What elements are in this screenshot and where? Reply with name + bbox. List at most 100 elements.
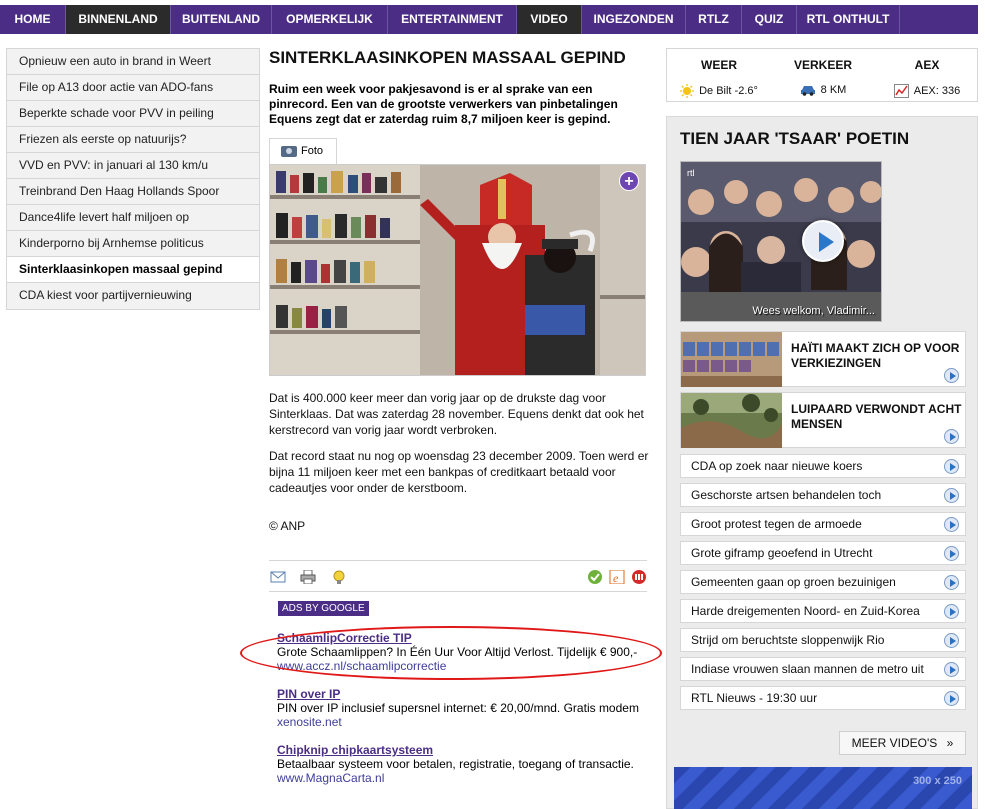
video-list-item[interactable]: Grote giframp geoefend in Utrecht	[680, 541, 966, 565]
play-icon[interactable]	[944, 429, 959, 444]
ad-banner[interactable]: 300 x 250	[674, 767, 972, 809]
car-icon	[800, 86, 815, 96]
sidebar-item[interactable]: VVD en PVV: in januari al 130 km/u	[7, 153, 259, 179]
ad-title-link[interactable]: SchaamlipCorrectie TIP	[277, 631, 655, 645]
google-ad: SchaamlipCorrectie TIP Grote Schaamlippe…	[277, 631, 655, 673]
sidebar-item-active[interactable]: Sinterklaasinkopen massaal gepind	[7, 257, 259, 283]
mail-icon[interactable]	[270, 570, 286, 584]
article-body: Dat is 400.000 keer meer dan vorig jaar …	[269, 390, 653, 544]
ad-banner-size-label: 300 x 250	[913, 775, 962, 787]
video-list-label: Groot protest tegen de armoede	[691, 517, 862, 531]
google-ad: Chipknip chipkaartsysteem Betaalbaar sys…	[277, 743, 655, 785]
video-list-item[interactable]: RTL Nieuws - 19:30 uur	[680, 686, 966, 710]
play-icon[interactable]	[944, 604, 959, 619]
sun-icon	[680, 84, 695, 98]
play-icon[interactable]	[944, 546, 959, 561]
nav-entertainment[interactable]: ENTERTAINMENT	[388, 5, 517, 34]
tip-icon[interactable]	[331, 570, 347, 584]
ad-title-link[interactable]: PIN over IP	[277, 687, 655, 701]
article-paragraph: Dat is 400.000 keer meer dan vorig jaar …	[269, 391, 644, 437]
nav-binnenland[interactable]: BINNENLAND	[66, 5, 171, 34]
play-icon[interactable]	[944, 691, 959, 706]
svg-text:e: e	[613, 571, 619, 584]
video-play-button[interactable]	[802, 220, 844, 262]
play-icon[interactable]	[944, 488, 959, 503]
nav-rtlz[interactable]: RTLZ	[686, 5, 742, 34]
video-list-label: Grote giframp geoefend in Utrecht	[691, 546, 873, 560]
haiti-election-thumb	[681, 332, 782, 387]
leopard-thumb	[681, 393, 782, 448]
main-nav: HOME BINNENLAND BUITENLAND OPMERKELIJK E…	[0, 5, 978, 34]
sidebar-item[interactable]: Opnieuw een auto in brand in Weert	[7, 49, 259, 75]
chart-icon	[893, 84, 909, 98]
nav-rtl-onthult[interactable]: RTL ONTHULT	[797, 5, 900, 34]
photo-credit: © ANP	[269, 519, 306, 533]
sidebar-item[interactable]: Beperkte schade voor PVV in peiling	[7, 101, 259, 127]
main-video-player[interactable]: rtl Wees welkom, Vladimir...	[680, 161, 882, 322]
sidebar-item[interactable]: File op A13 door actie van ADO-fans	[7, 75, 259, 101]
google-ad: PIN over IP PIN over IP inclusief supers…	[277, 687, 655, 729]
nav-home[interactable]: HOME	[0, 5, 66, 34]
sinterklaas-shop-image	[270, 165, 645, 375]
aex-widget[interactable]: AEX AEX: 336	[875, 49, 979, 103]
ad-url-link[interactable]: www.accz.nl/schaamlipcorrectie	[277, 659, 655, 673]
video-list-item[interactable]: Indiase vrouwen slaan mannen de metro ui…	[680, 657, 966, 681]
ad-url-link[interactable]: www.MagnaCarta.nl	[277, 771, 655, 785]
traffic-widget[interactable]: VERKEER 8 KM	[771, 49, 875, 103]
more-videos-button[interactable]: MEER VIDEO'S »	[839, 731, 966, 755]
double-chevron-right-icon: »	[946, 736, 954, 750]
featured-thumb	[681, 393, 782, 448]
sidebar-item[interactable]: CDA kiest voor partijvernieuwing	[7, 283, 259, 309]
ads-by-google-label: ADS BY GOOGLE	[278, 601, 369, 616]
photo-tab-label: Foto	[301, 145, 324, 157]
nav-opmerkelijk[interactable]: OPMERKELIJK	[272, 5, 388, 34]
featured-video-title: HAÏTI MAAKT ZICH OP VOOR VERKIEZINGEN	[791, 341, 960, 370]
video-list-item[interactable]: Groot protest tegen de armoede	[680, 512, 966, 536]
sidebar-item[interactable]: Treinbrand Den Haag Hollands Spoor	[7, 179, 259, 205]
video-caption: Wees welkom, Vladimir...	[752, 305, 875, 317]
video-list-label: Indiase vrouwen slaan mannen de metro ui…	[691, 662, 924, 676]
featured-video-title: LUIPAARD VERWONDT ACHT MENSEN	[791, 402, 962, 431]
play-icon[interactable]	[944, 517, 959, 532]
more-videos-label: MEER VIDEO'S	[851, 736, 938, 750]
play-icon[interactable]	[944, 662, 959, 677]
featured-video-item[interactable]: LUIPAARD VERWONDT ACHT MENSEN	[680, 392, 966, 448]
ad-description: Betaalbaar systeem voor betalen, registr…	[277, 757, 634, 771]
weather-widget[interactable]: WEER De Bilt -2.6°	[667, 49, 771, 103]
play-icon[interactable]	[944, 459, 959, 474]
featured-video-item[interactable]: HAÏTI MAAKT ZICH OP VOOR VERKIEZINGEN	[680, 331, 966, 387]
nav-video[interactable]: VIDEO	[517, 5, 582, 34]
video-list-label: RTL Nieuws - 19:30 uur	[691, 691, 818, 705]
bookmark-icon[interactable]: e	[609, 570, 625, 584]
rtl-logo: rtl	[687, 168, 695, 178]
ad-description: Grote Schaamlippen? In Één Uur Voor Alti…	[277, 645, 638, 659]
play-icon[interactable]	[944, 368, 959, 383]
ad-url-link[interactable]: xenosite.net	[277, 715, 655, 729]
video-list-item[interactable]: Geschorste artsen behandelen toch	[680, 483, 966, 507]
video-list-item[interactable]: Gemeenten gaan op groen bezuinigen	[680, 570, 966, 594]
play-icon[interactable]	[944, 575, 959, 590]
photo-tab[interactable]: Foto	[269, 138, 337, 164]
ad-title-link[interactable]: Chipknip chipkaartsysteem	[277, 743, 655, 757]
nav-buitenland[interactable]: BUITENLAND	[171, 5, 272, 34]
aex-value: AEX: 336	[913, 85, 961, 97]
sidebar-item[interactable]: Friezen als eerste op natuurijs?	[7, 127, 259, 153]
sidebar-item[interactable]: Dance4life levert half miljoen op	[7, 205, 259, 231]
sidebar-item[interactable]: Kinderporno bij Arnhemse politicus	[7, 231, 259, 257]
share-icon[interactable]	[631, 570, 647, 584]
play-icon[interactable]	[944, 633, 959, 648]
article-paragraph: Dat record staat nu nog op woensdag 23 d…	[269, 449, 649, 495]
traffic-heading: VERKEER	[793, 58, 852, 72]
video-list-item[interactable]: CDA op zoek naar nieuwe koers	[680, 454, 966, 478]
article-lead: Ruim een week voor pakjesavond is er al …	[269, 82, 618, 126]
video-list-label: Geschorste artsen behandelen toch	[691, 488, 882, 502]
print-icon[interactable]	[300, 570, 316, 584]
video-list-item[interactable]: Strijd om beruchtste sloppenwijk Rio	[680, 628, 966, 652]
photo-enlarge-button[interactable]: +	[619, 171, 639, 191]
traffic-value: 8 KM	[820, 84, 847, 96]
video-list-item[interactable]: Harde dreigementen Noord- en Zuid-Korea	[680, 599, 966, 623]
check-icon[interactable]	[587, 570, 603, 584]
nav-quiz[interactable]: QUIZ	[742, 5, 797, 34]
nav-ingezonden[interactable]: INGEZONDEN	[582, 5, 686, 34]
info-box: WEER De Bilt -2.6° VERKEER 8 KM AEX AEX:…	[666, 48, 978, 102]
